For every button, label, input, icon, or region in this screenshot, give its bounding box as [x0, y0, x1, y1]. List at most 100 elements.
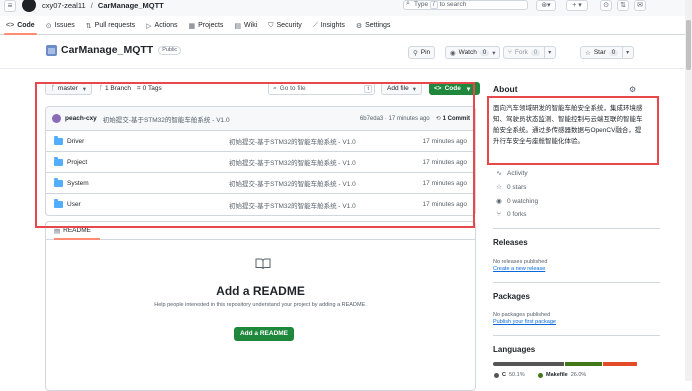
readme-title: Add a README [216, 284, 305, 298]
top-bar: ≡ cxy07-zeal11 / CarManage_MQTT ⌕ Type /… [0, 0, 692, 16]
watching-label: 0 watching [507, 197, 539, 205]
visibility-badge: Public [158, 45, 182, 55]
packages-empty: No packages published [493, 312, 551, 318]
breadcrumb-repo[interactable]: CarManage_MQTT [98, 1, 164, 10]
hamburger-icon[interactable]: ≡ [4, 0, 16, 12]
language-item-c[interactable]: C 50.1% [494, 372, 525, 378]
language-percent: 50.1% [508, 372, 525, 378]
language-name: Makefile [546, 372, 568, 378]
fork-icon: ⑂ [508, 49, 512, 56]
tab-issues[interactable]: ⊙ Issues [46, 17, 75, 35]
create-release-link[interactable]: Create a new release [493, 266, 545, 272]
stars-link[interactable]: ☆ 0 stars [494, 183, 527, 192]
copilot-button[interactable]: ⊛▾ [536, 0, 556, 11]
issues-icon[interactable]: ⊙ [600, 0, 612, 11]
github-logo-icon[interactable] [22, 0, 36, 12]
pull-request-icon: ⇅ [85, 22, 92, 30]
eye-icon: ◉ [496, 198, 502, 205]
fork-icon: ⑂ [497, 211, 501, 218]
releases-empty: No releases published [493, 259, 548, 265]
breadcrumb-separator: / [90, 1, 93, 10]
pin-label: Pin [420, 49, 431, 56]
pin-button[interactable]: ⚲ Pin [408, 46, 436, 59]
create-new-button[interactable]: + ▾ [566, 0, 588, 11]
sidebar-divider [493, 228, 660, 229]
watchers-link[interactable]: ◉ 0 watching [494, 197, 539, 206]
sidebar-divider [493, 335, 660, 336]
graph-icon: ⟋ [312, 21, 318, 29]
activity-label: Activity [507, 169, 528, 177]
language-bar-segment [603, 362, 638, 366]
tab-projects[interactable]: ▦ Projects [189, 17, 224, 35]
releases-heading[interactable]: Releases [493, 238, 528, 247]
about-description: 面向汽车领域研发的智能车舱安全系统，集成环境感知、驾驶员状态监测、智能控制与云端… [493, 105, 643, 145]
repo-nav: <> Code ⊙ Issues ⇅ Pull requests ▷ Actions ▦… [0, 17, 692, 35]
publish-package-link[interactable]: Publish your first package [493, 319, 556, 325]
owner-avatar[interactable] [46, 44, 57, 56]
language-item-makefile[interactable]: Makefile 26.0% [538, 372, 586, 378]
book-icon [255, 258, 271, 270]
tab-settings[interactable]: ⚙ Settings [356, 17, 391, 35]
repo-header: CarManage_MQTT Public [46, 44, 182, 56]
forks-label: 0 forks [507, 211, 527, 218]
issue-icon: ⊙ [45, 22, 52, 30]
inbox-icon[interactable]: ✉ [634, 0, 646, 11]
breadcrumb: cxy07-zeal11 / CarManage_MQTT [42, 1, 164, 10]
tab-wiki[interactable]: ▤ Wiki [234, 17, 257, 35]
pin-icon: ⚲ [413, 49, 418, 57]
play-icon: ▷ [146, 22, 152, 30]
language-bar [493, 362, 638, 366]
tab-label: Security [276, 22, 302, 29]
tab-actions[interactable]: ▷ Actions [146, 17, 177, 35]
languages-heading: Languages [493, 345, 536, 354]
stars-label: 0 stars [507, 183, 527, 191]
scrollbar[interactable] [685, 0, 692, 381]
language-bar-segment [493, 362, 565, 366]
tab-label: Code [17, 22, 35, 29]
packages-heading[interactable]: Packages [493, 292, 530, 301]
gear-icon[interactable]: ⚙ [629, 85, 636, 94]
chevron-down-icon[interactable]: ▾ [544, 46, 551, 59]
readme-panel: ▤ README Add a README Help people interes… [45, 221, 476, 391]
fork-count: 0 [530, 49, 541, 56]
search-icon: ⌕ [406, 0, 410, 7]
star-button[interactable]: ☆ Star 0 ▾ [580, 46, 635, 59]
watch-count: 0 [479, 49, 490, 56]
tab-security[interactable]: ⛉ Security [268, 17, 302, 35]
code-icon: <> [6, 22, 15, 29]
highlight-box [35, 82, 475, 228]
shield-icon: ⛉ [268, 21, 274, 29]
search-shortcut-key: / [429, 1, 438, 9]
tab-label: Settings [365, 22, 391, 29]
watch-label: Watch [458, 49, 477, 56]
pulse-icon: ∿ [496, 170, 502, 177]
tab-label: Pull requests [94, 22, 136, 29]
scrollbar-thumb[interactable] [686, 20, 691, 70]
breadcrumb-owner[interactable]: cxy07-zeal11 [42, 1, 86, 10]
tab-label: Actions [154, 22, 178, 29]
language-name: C [502, 372, 506, 378]
watch-button[interactable]: ◉ Watch 0 ▾ [445, 46, 501, 59]
activity-link[interactable]: ∿ Activity [494, 169, 528, 178]
add-readme-button[interactable]: Add a README [234, 327, 294, 341]
tab-pull-requests[interactable]: ⇅ Pull requests [86, 17, 135, 35]
chevron-down-icon[interactable]: ▾ [622, 46, 629, 59]
tab-label: Wiki [244, 22, 258, 29]
readme-tab-underline [54, 238, 100, 240]
search-placeholder-suffix: to search [439, 1, 467, 8]
fork-button[interactable]: ⑂ Fork 0 ▾ [503, 46, 557, 59]
tab-insights[interactable]: ⟋ Insights [313, 17, 345, 35]
tab-label: Projects [198, 22, 224, 29]
tab-code[interactable]: <> Code [4, 17, 37, 35]
search-input[interactable]: ⌕ Type / to search [403, 0, 528, 10]
header-divider [0, 68, 692, 69]
star-label: Star [593, 49, 606, 56]
about-heading: About [493, 84, 518, 94]
gear-icon: ⚙ [355, 22, 363, 30]
star-count: 0 [608, 49, 619, 56]
star-icon: ☆ [496, 184, 502, 191]
forks-link[interactable]: ⑂ 0 forks [494, 211, 527, 218]
pull-requests-icon[interactable]: ⇅ [617, 0, 629, 11]
repo-title[interactable]: CarManage_MQTT [61, 44, 153, 56]
language-dot [494, 372, 499, 378]
